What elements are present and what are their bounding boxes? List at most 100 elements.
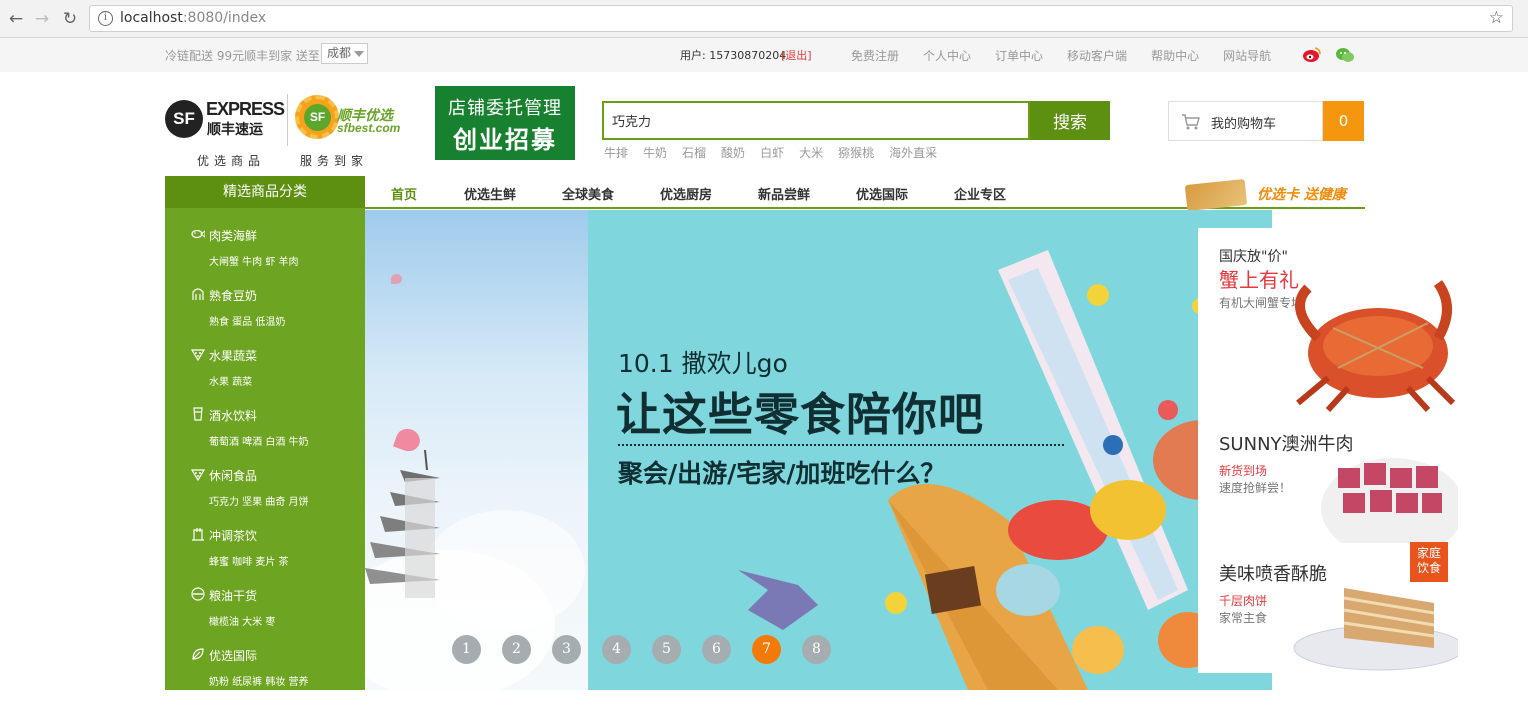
- help-center-link[interactable]: 帮助中心: [1151, 47, 1199, 64]
- user-center-link[interactable]: 个人中心: [923, 47, 971, 64]
- site-nav-link[interactable]: 网站导航: [1223, 47, 1271, 64]
- back-arrow-icon[interactable]: ←: [6, 9, 26, 29]
- sun-logo-letters: SF: [304, 104, 331, 131]
- gift-card-promo[interactable]: 优选卡 送健康: [1184, 178, 1365, 212]
- pager-dot-3[interactable]: 3: [552, 635, 581, 664]
- pager-dot-1[interactable]: 1: [452, 635, 481, 664]
- beef-promo[interactable]: SUNNY澳洲牛肉 新货到场 速度抢鲜尝！: [1198, 428, 1458, 543]
- banner-divider: [618, 444, 1064, 446]
- nav-home[interactable]: 首页: [391, 184, 417, 203]
- hot-keywords: 牛排 牛奶 石榴 酸奶 白虾 大米 猕猴桃 海外直采: [604, 144, 952, 161]
- hot-keyword[interactable]: 大米: [799, 144, 823, 161]
- user-label: 用户: 15730870204: [680, 49, 787, 62]
- sidebar-item-meat-seafood[interactable]: 肉类海鲜 大闸蟹 牛肉 虾 羊肉: [165, 227, 365, 287]
- logout-link[interactable]: [退出]: [781, 47, 812, 63]
- register-link[interactable]: 免费注册: [851, 47, 899, 64]
- sidebar-item-international[interactable]: 优选国际 奶粉 纸尿裤 韩妆 营养: [165, 647, 365, 707]
- info-icon[interactable]: i: [98, 11, 113, 26]
- sfbest-logo[interactable]: SF 顺丰优选 sfbest.com: [293, 92, 408, 147]
- crab-promo[interactable]: 国庆放"价" 蟹上有礼 有机大闸蟹专场: [1198, 228, 1458, 418]
- search-input[interactable]: [602, 101, 1030, 140]
- slogan-right: 服务到家: [300, 154, 369, 168]
- sidebar-item-sub[interactable]: 水果 蔬菜: [209, 373, 252, 388]
- url-text: localhost:8080/index: [120, 10, 266, 26]
- pager-dot-4[interactable]: 4: [602, 635, 631, 664]
- logo-divider: [287, 94, 288, 146]
- cloud-image: [425, 510, 585, 630]
- sidebar-item-sub[interactable]: 巧克力 坚果 曲奇 月饼: [209, 493, 309, 508]
- snack-illustration: [588, 210, 1272, 690]
- pager-dot-8[interactable]: 8: [802, 635, 831, 664]
- pager-dot-7[interactable]: 7: [752, 635, 781, 664]
- sidebar-item-label: 粮油干货: [209, 589, 258, 603]
- browser-chrome: ← → ↻ i localhost:8080/index ☆: [0, 0, 1528, 38]
- wechat-icon[interactable]: [1335, 46, 1355, 63]
- sidebar-item-drinks[interactable]: 酒水饮料 葡萄酒 啤酒 白酒 牛奶: [165, 407, 365, 467]
- nav-new[interactable]: 新品尝鲜: [758, 184, 810, 203]
- sidebar-item-label: 水果蔬菜: [209, 349, 258, 363]
- sidebar-item-label: 休闲食品: [209, 469, 258, 483]
- franchise-promo-banner[interactable]: 店铺委托管理 创业招募: [435, 86, 575, 160]
- sidebar-item-sub[interactable]: 熟食 蛋品 低温奶: [209, 313, 285, 328]
- crab-promo-head: 国庆放"价": [1219, 249, 1288, 265]
- pancake-promo-red: 千层肉饼: [1219, 594, 1268, 608]
- nav-global-food[interactable]: 全球美食: [562, 184, 614, 203]
- beef-promo-sub: 速度抢鲜尝！: [1219, 481, 1292, 495]
- bookmark-star-icon[interactable]: ☆: [1489, 8, 1504, 28]
- sidebar-item-sub[interactable]: 橄榄油 大米 枣: [209, 613, 275, 628]
- nav-enterprise[interactable]: 企业专区: [954, 184, 1006, 203]
- pager-dot-2[interactable]: 2: [502, 635, 531, 664]
- sidebar-item-snacks[interactable]: 休闲食品 巧克力 坚果 曲奇 月饼: [165, 467, 365, 527]
- tag-line-2: 饮食: [1416, 561, 1441, 575]
- top-bar: 冷链配送 99元顺丰到家 送至: 成都 用户: 15730870204 [退出]…: [0, 38, 1528, 72]
- address-bar[interactable]: i localhost:8080/index ☆: [89, 5, 1513, 32]
- promo-line-1: 店铺委托管理: [448, 98, 562, 119]
- hot-keyword[interactable]: 海外直采: [889, 144, 937, 161]
- search-button[interactable]: 搜索: [1030, 101, 1110, 140]
- sidebar-item-sub[interactable]: 蜂蜜 咖啡 麦片 茶: [209, 553, 289, 568]
- banner-line-3: 聚会/出游/宅家/加班吃什么？: [618, 459, 946, 488]
- hot-keyword[interactable]: 猕猴桃: [838, 144, 874, 161]
- weibo-icon[interactable]: [1302, 46, 1322, 63]
- hot-keyword[interactable]: 石榴: [682, 144, 706, 161]
- hero-banner[interactable]: 10.1 撒欢儿go 让这些零食陪你吧 聚会/出游/宅家/加班吃什么？: [365, 210, 1272, 690]
- sidebar-item-label: 肉类海鲜: [209, 229, 258, 243]
- banner-pager: 1 2 3 4 5 6 7 8: [452, 635, 852, 664]
- bowl-icon: [191, 587, 205, 601]
- beef-promo-red: 新货到场: [1219, 464, 1268, 478]
- sidebar-item-sub[interactable]: 大闸蟹 牛肉 虾 羊肉: [209, 253, 299, 268]
- city-select[interactable]: 成都: [321, 43, 368, 64]
- sidebar-item-deli[interactable]: 熟食豆奶 熟食 蛋品 低温奶: [165, 287, 365, 347]
- pager-dot-5[interactable]: 5: [652, 635, 681, 664]
- top-links: 免费注册 个人中心 订单中心 移动客户端 帮助中心 网站导航: [851, 47, 1295, 64]
- caret-down-icon: [354, 51, 364, 57]
- hot-keyword[interactable]: 牛排: [604, 144, 628, 161]
- cart-button[interactable]: 我的购物车: [1168, 101, 1323, 141]
- cup-icon: [193, 407, 203, 421]
- search-box: 搜索: [602, 101, 1110, 140]
- sidebar-item-sub[interactable]: 葡萄酒 啤酒 白酒 牛奶: [209, 433, 309, 448]
- city-value: 成都: [327, 46, 352, 60]
- nav-kitchen[interactable]: 优选厨房: [660, 184, 712, 203]
- url-rest: :8080/index: [182, 10, 267, 26]
- hot-keyword[interactable]: 酸奶: [721, 144, 745, 161]
- sidebar-item-grain-oil[interactable]: 粮油干货 橄榄油 大米 枣: [165, 587, 365, 647]
- nav-fresh[interactable]: 优选生鲜: [464, 184, 516, 203]
- hot-keyword[interactable]: 白虾: [760, 144, 784, 161]
- sidebar-item-fruit-veg[interactable]: 水果蔬菜 水果 蔬菜: [165, 347, 365, 407]
- sf-express-logo[interactable]: SF EXPRESS 顺丰速运: [165, 97, 285, 143]
- sidebar-item-sub[interactable]: 奶粉 纸尿裤 韩妆 营养: [209, 673, 309, 688]
- nav-international[interactable]: 优选国际: [856, 184, 908, 203]
- order-center-link[interactable]: 订单中心: [995, 47, 1043, 64]
- sky-background: [365, 210, 588, 690]
- sidebar-item-label: 熟食豆奶: [209, 289, 258, 303]
- forward-arrow-icon[interactable]: →: [32, 9, 52, 29]
- reload-icon[interactable]: ↻: [60, 9, 80, 29]
- mobile-client-link[interactable]: 移动客户端: [1067, 47, 1127, 64]
- cart-count-badge[interactable]: 0: [1323, 101, 1364, 141]
- kettle-icon: [192, 528, 204, 541]
- sidebar-item-tea[interactable]: 冲调茶饮 蜂蜜 咖啡 麦片 茶: [165, 527, 365, 587]
- hot-keyword[interactable]: 牛奶: [643, 144, 667, 161]
- pager-dot-6[interactable]: 6: [702, 635, 731, 664]
- category-title[interactable]: 精选商品分类: [165, 176, 365, 208]
